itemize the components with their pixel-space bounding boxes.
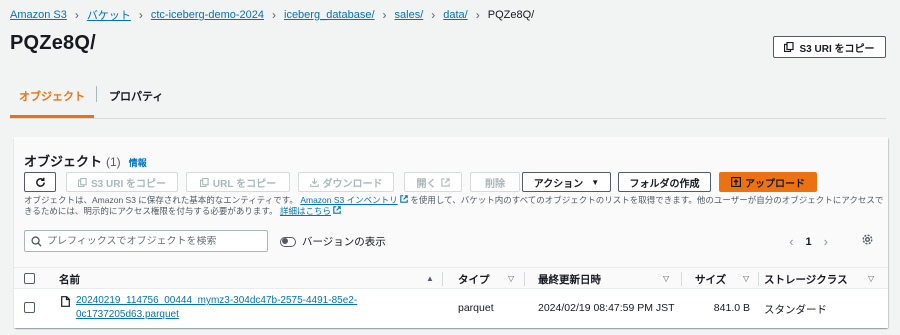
download-icon	[309, 177, 319, 187]
objects-count: (1)	[106, 155, 121, 169]
chevron-right-icon: ›	[74, 8, 79, 22]
sort-icon[interactable]: ▽	[743, 274, 749, 283]
panel-title: オブジェクト (1) 情報	[24, 151, 147, 170]
chevron-right-icon: ›	[431, 8, 436, 22]
table-row: 20240219_114756_00444_mymz3-304dc47b-257…	[14, 289, 888, 328]
chevron-right-icon[interactable]: ›	[824, 234, 828, 249]
object-name-line-2[interactable]: 0c1737205d63.parquet	[76, 308, 357, 322]
breadcrumb-item-bucket[interactable]: ctc-iceberg-demo-2024	[151, 9, 264, 21]
refresh-icon	[35, 177, 45, 187]
show-versions-label: バージョンの表示	[302, 236, 386, 248]
download-label: ダウンロード	[322, 178, 383, 190]
column-header-size[interactable]: サイズ	[695, 268, 726, 290]
column-divider	[524, 272, 525, 286]
column-divider	[442, 272, 443, 286]
copy-s3-uri-toolbar-label: S3 URI をコピー	[90, 178, 166, 190]
chevron-right-icon: ›	[138, 8, 143, 22]
external-link-icon	[440, 177, 450, 187]
table-header: 名前 ▲ タイプ ▽ 最終更新日時 ▽ サイズ ▽ ストレージクラス ▽	[14, 267, 888, 289]
objects-description: オブジェクトは、Amazon S3 に保存された基本的なエンティティです。 Am…	[24, 195, 884, 217]
file-icon	[61, 296, 70, 307]
breadcrumb-item-amazon-s3[interactable]: Amazon S3	[10, 9, 67, 21]
object-storage-class: スタンダード	[764, 304, 827, 316]
learn-more-link[interactable]: 詳細はこちら	[280, 206, 331, 216]
copy-icon	[77, 177, 87, 187]
breadcrumb-item-data[interactable]: data/	[443, 9, 467, 21]
chevron-left-icon[interactable]: ‹	[789, 234, 793, 249]
open-label: 開く	[416, 178, 437, 190]
tab-properties[interactable]: プロパティ	[101, 80, 171, 118]
tab-objects[interactable]: オブジェクト	[10, 80, 94, 118]
copy-s3-uri-toolbar-button[interactable]: S3 URI をコピー	[66, 172, 178, 192]
delete-button[interactable]: 削除	[470, 172, 520, 192]
description-text-1: オブジェクトは、Amazon S3 に保存された基本的なエンティティです。	[24, 195, 298, 205]
tabs: オブジェクト プロパティ	[10, 80, 171, 118]
sort-ascending-icon[interactable]: ▲	[426, 274, 434, 283]
chevron-right-icon: ›	[382, 8, 387, 22]
row-checkbox[interactable]	[24, 302, 35, 313]
create-folder-label: フォルダの作成	[629, 178, 700, 190]
column-header-storage-class[interactable]: ストレージクラス	[764, 268, 848, 290]
column-divider	[681, 272, 682, 286]
upload-icon	[731, 177, 741, 187]
search-icon	[31, 235, 42, 247]
inventory-link[interactable]: Amazon S3 インベントリ	[300, 195, 397, 205]
refresh-button[interactable]	[24, 172, 56, 192]
actions-dropdown[interactable]: アクション ▼	[522, 172, 611, 192]
breadcrumb-item-sales[interactable]: sales/	[395, 9, 424, 21]
search-box	[24, 230, 268, 252]
chevron-right-icon: ›	[272, 8, 276, 22]
copy-s3-uri-label: S3 URI をコピー	[799, 43, 875, 55]
page-number[interactable]: 1	[806, 236, 812, 248]
show-versions-toggle[interactable]: バージョンの表示	[280, 234, 386, 249]
toggle-switch[interactable]	[280, 236, 296, 247]
column-header-last-modified[interactable]: 最終更新日時	[538, 268, 601, 290]
copy-s3-uri-button[interactable]: S3 URI をコピー	[773, 36, 886, 58]
create-folder-button[interactable]: フォルダの作成	[618, 172, 711, 192]
column-header-type[interactable]: タイプ	[458, 268, 490, 290]
tabs-underline	[10, 118, 886, 119]
search-input[interactable]	[47, 235, 257, 247]
sort-icon[interactable]: ▽	[663, 274, 669, 283]
actions-label: アクション	[533, 178, 584, 190]
delete-label: 削除	[485, 178, 505, 190]
breadcrumb-item-buckets[interactable]: バケット	[87, 7, 131, 23]
external-link-icon	[400, 195, 408, 203]
pagination: ‹ 1 ›	[789, 234, 828, 249]
copy-icon	[199, 177, 209, 187]
copy-url-button[interactable]: URL をコピー	[186, 172, 290, 192]
breadcrumb-current: PQZe8Q/	[487, 9, 535, 21]
column-divider	[758, 272, 759, 286]
object-name-line-1[interactable]: 20240219_114756_00444_mymz3-304dc47b-257…	[76, 294, 357, 308]
copy-url-label: URL をコピー	[212, 178, 277, 190]
download-button[interactable]: ダウンロード	[298, 172, 394, 192]
objects-heading: オブジェクト	[24, 154, 103, 169]
upload-label: アップロード	[745, 178, 805, 190]
object-size: 841.0 B	[713, 302, 750, 314]
gear-icon	[862, 234, 873, 245]
object-name-link[interactable]: 20240219_114756_00444_mymz3-304dc47b-257…	[76, 294, 357, 322]
breadcrumb: Amazon S3 › バケット › ctc-iceberg-demo-2024…	[10, 7, 534, 23]
select-all-checkbox[interactable]	[24, 273, 35, 284]
tab-divider	[96, 86, 97, 102]
open-button[interactable]: 開く	[404, 172, 462, 192]
chevron-right-icon: ›	[475, 8, 480, 22]
breadcrumb-item-database[interactable]: iceberg_database/	[284, 9, 375, 21]
sort-icon[interactable]: ▽	[508, 274, 514, 283]
sort-icon[interactable]: ▽	[868, 274, 874, 283]
object-last-modified: 2024/02/19 08:47:59 PM JST	[538, 302, 675, 314]
column-header-name[interactable]: 名前	[59, 268, 80, 290]
page-title: PQZe8Q/	[10, 32, 96, 54]
caret-down-icon: ▼	[591, 177, 600, 187]
info-link[interactable]: 情報	[129, 156, 147, 169]
settings-button[interactable]	[861, 233, 874, 249]
copy-icon	[784, 42, 795, 52]
object-type: parquet	[458, 302, 494, 314]
external-link-icon	[333, 206, 342, 214]
upload-button[interactable]: アップロード	[719, 172, 817, 192]
objects-panel: オブジェクト (1) 情報 S3 URI をコピー URL をコピー ダウンロー…	[14, 137, 888, 328]
